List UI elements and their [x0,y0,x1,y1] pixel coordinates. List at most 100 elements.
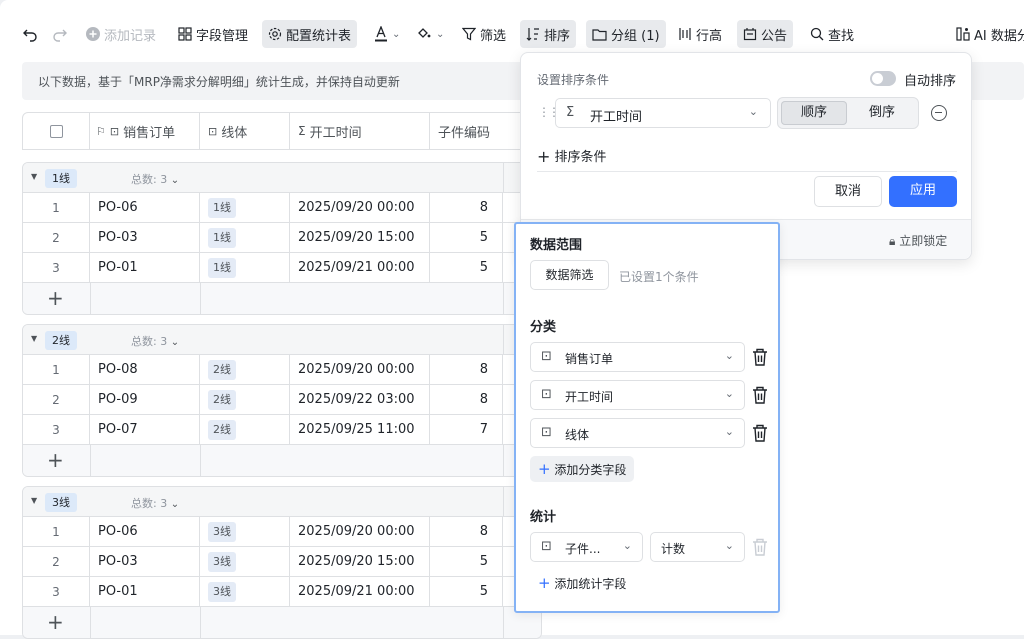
select-all-checkbox-cell[interactable] [23,113,90,149]
table-row[interactable]: 3 PO-01 1线 2025/09/21 00:00 5 [23,253,541,283]
order-cell[interactable]: PO-09 [90,385,200,414]
part-code-cell[interactable]: 8 [430,193,503,222]
column-header-start-time[interactable]: Σ 开工时间 [290,113,430,149]
line-cell[interactable]: 1线 [200,253,290,282]
config-stats-button[interactable]: 配置统计表 [262,20,358,48]
auto-sort-toggle[interactable] [870,71,896,86]
stat-field-select[interactable]: ⊡ 子件... ⌄ [530,532,643,562]
sort-button[interactable]: 排序 [520,20,577,48]
chevron-down-icon[interactable]: ⌄ [171,499,179,510]
part-code-cell[interactable]: 5 [430,547,503,576]
order-cell[interactable]: PO-07 [90,415,200,444]
filter-button[interactable]: 筛选 [456,20,512,48]
group-header[interactable]: ▼ 1线 总数: 3 ⌄ [23,163,541,193]
apply-button[interactable]: 应用 [889,176,957,207]
part-code-cell[interactable]: 8 [430,355,503,384]
column-header-order[interactable]: ⚐ ⊡ 销售订单 [90,113,200,149]
line-cell[interactable]: 2线 [200,415,290,444]
start-time-cell[interactable]: 2025/09/20 00:00 [290,355,430,384]
plus-icon[interactable]: + [47,448,64,472]
order-cell[interactable]: PO-06 [90,193,200,222]
column-header-part-code[interactable]: 子件编码 [430,113,503,149]
select-all-checkbox[interactable] [49,124,63,138]
part-code-cell[interactable]: 8 [430,385,503,414]
undo-button[interactable] [16,20,44,48]
part-code-cell[interactable]: 5 [430,223,503,252]
line-cell[interactable]: 3线 [200,517,290,546]
add-sort-condition-button[interactable]: + 排序条件 [537,146,607,166]
find-button[interactable]: 查找 [804,20,860,48]
chevron-down-icon[interactable]: ⌄ [171,337,179,348]
add-row[interactable]: + [23,607,541,638]
collapse-triangle-icon[interactable]: ▼ [31,496,37,505]
table-row[interactable]: 3 PO-01 3线 2025/09/21 00:00 5 [23,577,541,607]
trash-icon[interactable] [752,348,768,366]
category-field-select[interactable]: ⊡ 线体 ⌄ [530,418,745,448]
table-row[interactable]: 2 PO-03 3线 2025/09/20 15:00 5 [23,547,541,577]
order-cell[interactable]: PO-03 [90,223,200,252]
order-cell[interactable]: PO-01 [90,253,200,282]
category-field-select[interactable]: ⊡ 销售订单 ⌄ [530,342,745,372]
order-cell[interactable]: PO-03 [90,547,200,576]
collapse-triangle-icon[interactable]: ▼ [31,334,37,343]
add-row[interactable]: + [23,445,541,476]
group-button[interactable]: 分组 (1) [586,20,666,48]
add-row[interactable]: + [23,283,541,314]
line-cell[interactable]: 1线 [200,193,290,222]
fill-color-button[interactable]: ⌄ [410,20,450,48]
start-time-cell[interactable]: 2025/09/21 00:00 [290,577,430,606]
sort-field-select[interactable]: Σ 开工时间 ⌄ [555,98,771,128]
text-color-button[interactable]: ⌄ [368,20,406,48]
add-stat-field-button[interactable]: + 添加统计字段 [530,570,634,596]
trash-icon[interactable] [752,386,768,404]
redo-button[interactable] [46,20,74,48]
line-cell[interactable]: 3线 [200,547,290,576]
plus-icon[interactable]: + [47,610,64,634]
start-time-cell[interactable]: 2025/09/21 00:00 [290,253,430,282]
order-cell[interactable]: PO-08 [90,355,200,384]
start-time-cell[interactable]: 2025/09/22 03:00 [290,385,430,414]
plus-icon[interactable]: + [47,286,64,310]
line-cell[interactable]: 1线 [200,223,290,252]
row-height-button[interactable]: 行高 [672,20,728,48]
start-time-cell[interactable]: 2025/09/20 15:00 [290,223,430,252]
sort-asc-option[interactable]: 顺序 [781,101,847,125]
table-row[interactable]: 2 PO-03 1线 2025/09/20 15:00 5 [23,223,541,253]
collapse-triangle-icon[interactable]: ▼ [31,172,37,181]
category-field-select[interactable]: ⊡ 开工时间 ⌄ [530,380,745,410]
group-header[interactable]: ▼ 2线 总数: 3 ⌄ [23,325,541,355]
remove-condition-icon[interactable] [931,105,947,121]
column-header-line[interactable]: ⊡ 线体 [200,113,290,149]
order-cell[interactable]: PO-06 [90,517,200,546]
line-cell[interactable]: 2线 [200,355,290,384]
start-time-cell[interactable]: 2025/09/20 00:00 [290,193,430,222]
line-cell[interactable]: 3线 [200,577,290,606]
table-row[interactable]: 3 PO-07 2线 2025/09/25 11:00 7 [23,415,541,445]
start-time-cell[interactable]: 2025/09/20 15:00 [290,547,430,576]
trash-icon[interactable] [752,424,768,442]
part-code-cell[interactable]: 7 [430,415,503,444]
table-row[interactable]: 1 PO-06 3线 2025/09/20 00:00 8 [23,517,541,547]
part-code-cell[interactable]: 5 [430,253,503,282]
table-row[interactable]: 1 PO-08 2线 2025/09/20 00:00 8 [23,355,541,385]
start-time-cell[interactable]: 2025/09/25 11:00 [290,415,430,444]
chevron-down-icon[interactable]: ⌄ [171,175,179,186]
group-header[interactable]: ▼ 3线 总数: 3 ⌄ [23,487,541,517]
table-row[interactable]: 2 PO-09 2线 2025/09/22 03:00 8 [23,385,541,415]
add-record-button[interactable]: 添加记录 [80,20,162,48]
add-category-field-button[interactable]: + 添加分类字段 [530,456,635,482]
field-manage-button[interactable]: 字段管理 [172,20,254,48]
part-code-cell[interactable]: 8 [430,517,503,546]
sort-desc-option[interactable]: 倒序 [849,101,915,125]
line-cell[interactable]: 2线 [200,385,290,414]
lock-now-button[interactable]: 🔒︎ 立即锁定 [889,232,947,249]
order-cell[interactable]: PO-01 [90,577,200,606]
table-row[interactable]: 1 PO-06 1线 2025/09/20 00:00 8 [23,193,541,223]
stat-function-select[interactable]: 计数 ⌄ [650,532,745,562]
data-filter-button[interactable]: 数据筛选 [530,260,609,290]
ai-analysis-button[interactable]: AI 数据分 [950,20,1024,48]
part-code-cell[interactable]: 5 [430,577,503,606]
cancel-button[interactable]: 取消 [814,176,882,207]
announcement-button[interactable]: 公告 [737,20,794,48]
start-time-cell[interactable]: 2025/09/20 00:00 [290,517,430,546]
